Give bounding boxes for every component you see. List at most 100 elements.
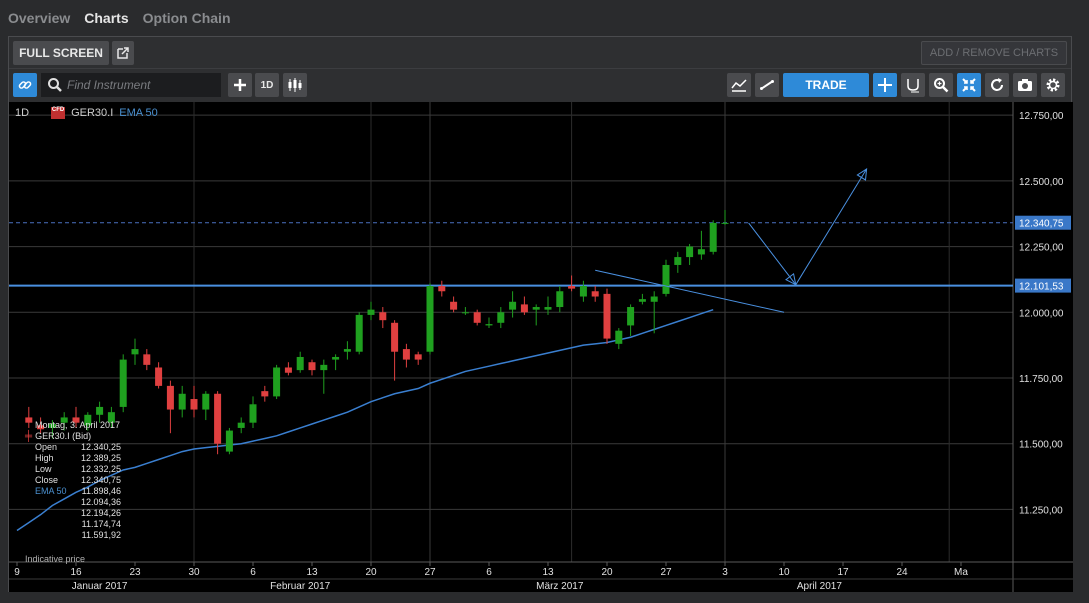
candle-body [627,307,635,326]
candle [273,364,281,400]
candle-body [556,291,564,308]
candle-body [485,324,493,326]
candle-body [214,393,222,444]
chart-area[interactable]: 12.750,00 12.500,00 12.250,00 12.000,00 11.7… [9,102,1073,592]
gear-icon [1046,78,1060,92]
infobox-instrument-row: ╪ GER30.I (Bid) [25,431,121,442]
add-remove-charts-button[interactable]: ADD / REMOVE CHARTS [921,41,1067,65]
candle-body [638,299,646,302]
x-tick-label: 30 [188,567,200,578]
settings-button[interactable] [1041,73,1065,97]
candle-body [367,309,375,315]
candle [202,391,210,421]
infobox-value: 12.389,25 [81,453,122,463]
zoom-button[interactable] [929,73,953,97]
candle-body [650,296,658,302]
add-instrument-button[interactable] [228,73,252,97]
candle [343,341,351,360]
candle [249,396,257,428]
infobox-key: Low [35,464,52,474]
popout-button[interactable] [112,41,134,65]
candle [509,291,517,318]
month-label: Februar 2017 [270,581,330,592]
x-tick-label: Ma [954,567,968,578]
draw-line-button[interactable] [755,73,779,97]
tab-overview[interactable]: Overview [8,10,70,26]
tab-bar: Overview Charts Option Chain [0,0,1089,36]
candle-body [308,362,316,371]
infobox-row: 11.174,74 [35,519,121,530]
infobox-key: Close [35,475,59,485]
x-tick-label: 13 [306,567,318,578]
candlestick-icon [288,78,302,92]
crosshair-button[interactable] [873,73,897,97]
candle-body [155,367,163,386]
fit-button[interactable] [957,73,981,97]
chart-type-button[interactable] [283,73,307,97]
projection-path [748,168,868,286]
infobox-value: 12.340,75 [81,475,122,485]
infobox-row: 11.591,92 [35,530,121,541]
candle [697,230,705,260]
month-label: Januar 2017 [72,581,128,592]
ema-line [16,308,714,532]
candle-body [450,301,458,310]
infobox-value: 11.591,92 [81,530,121,540]
candle-body [568,286,576,289]
infobox-row: Close 12.340,75 [35,475,121,486]
month-label: April 2017 [797,581,842,592]
reset-button[interactable] [985,73,1009,97]
candle [25,406,33,428]
candle [355,312,363,355]
ohlc-infobox: Montag, 3. April 2017 ╪ GER30.I (Bid) Op… [25,420,122,541]
search-input[interactable] [67,78,217,92]
zoom-in-icon [934,78,949,93]
chart-panel: FULL SCREEN ADD / REMOVE CHARTS 1D [8,36,1073,592]
tab-charts[interactable]: Charts [84,10,128,26]
y-tick-label: 11.500,00 [1019,440,1063,451]
infobox-key [35,530,81,541]
candle [721,210,729,226]
period-button[interactable]: 1D [255,73,279,97]
crosshair-icon [878,78,892,92]
candle [320,359,328,394]
candle [579,280,587,302]
candle [638,293,646,305]
current-price-label: 12.340,75 [1019,219,1064,230]
plus-icon [234,79,246,91]
candle-body [697,249,705,255]
infobox-row: 12.194,26 [35,508,121,519]
chart-toolbar: 1D TRADE [9,70,1071,102]
infobox-row: Low 12.332,25 [35,464,121,475]
magnet-button[interactable] [901,73,925,97]
candle [308,359,316,376]
full-screen-button[interactable]: FULL SCREEN [13,41,109,65]
candle [438,280,446,297]
trade-button[interactable]: TRADE [783,73,869,97]
trendline-icon [760,80,774,90]
candle-body [426,286,434,352]
candle [155,362,163,389]
candle [143,349,151,371]
legend-instrument[interactable]: GER30.I [71,107,113,119]
external-link-icon [117,47,129,59]
candle-body [662,264,670,294]
link-button[interactable] [13,73,37,97]
instrument-search[interactable] [41,73,221,97]
candle-body [379,312,387,321]
candle [615,328,623,350]
infobox-value: 12.340,25 [81,442,122,452]
tab-option-chain[interactable]: Option Chain [143,10,231,26]
candle-body [461,312,469,314]
candlestick-chart[interactable]: 12.750,00 12.500,00 12.250,00 12.000,00 11.7… [9,102,1073,592]
candle-body [579,286,587,297]
candle-body [166,385,174,410]
snapshot-button[interactable] [1013,73,1037,97]
indicators-button[interactable] [727,73,751,97]
candle-body [355,314,363,352]
candle [367,301,375,321]
x-tick-label: 3 [722,567,728,578]
candle [532,304,540,326]
x-tick-label: 24 [896,567,908,578]
legend-ema[interactable]: EMA 50 [119,107,158,119]
